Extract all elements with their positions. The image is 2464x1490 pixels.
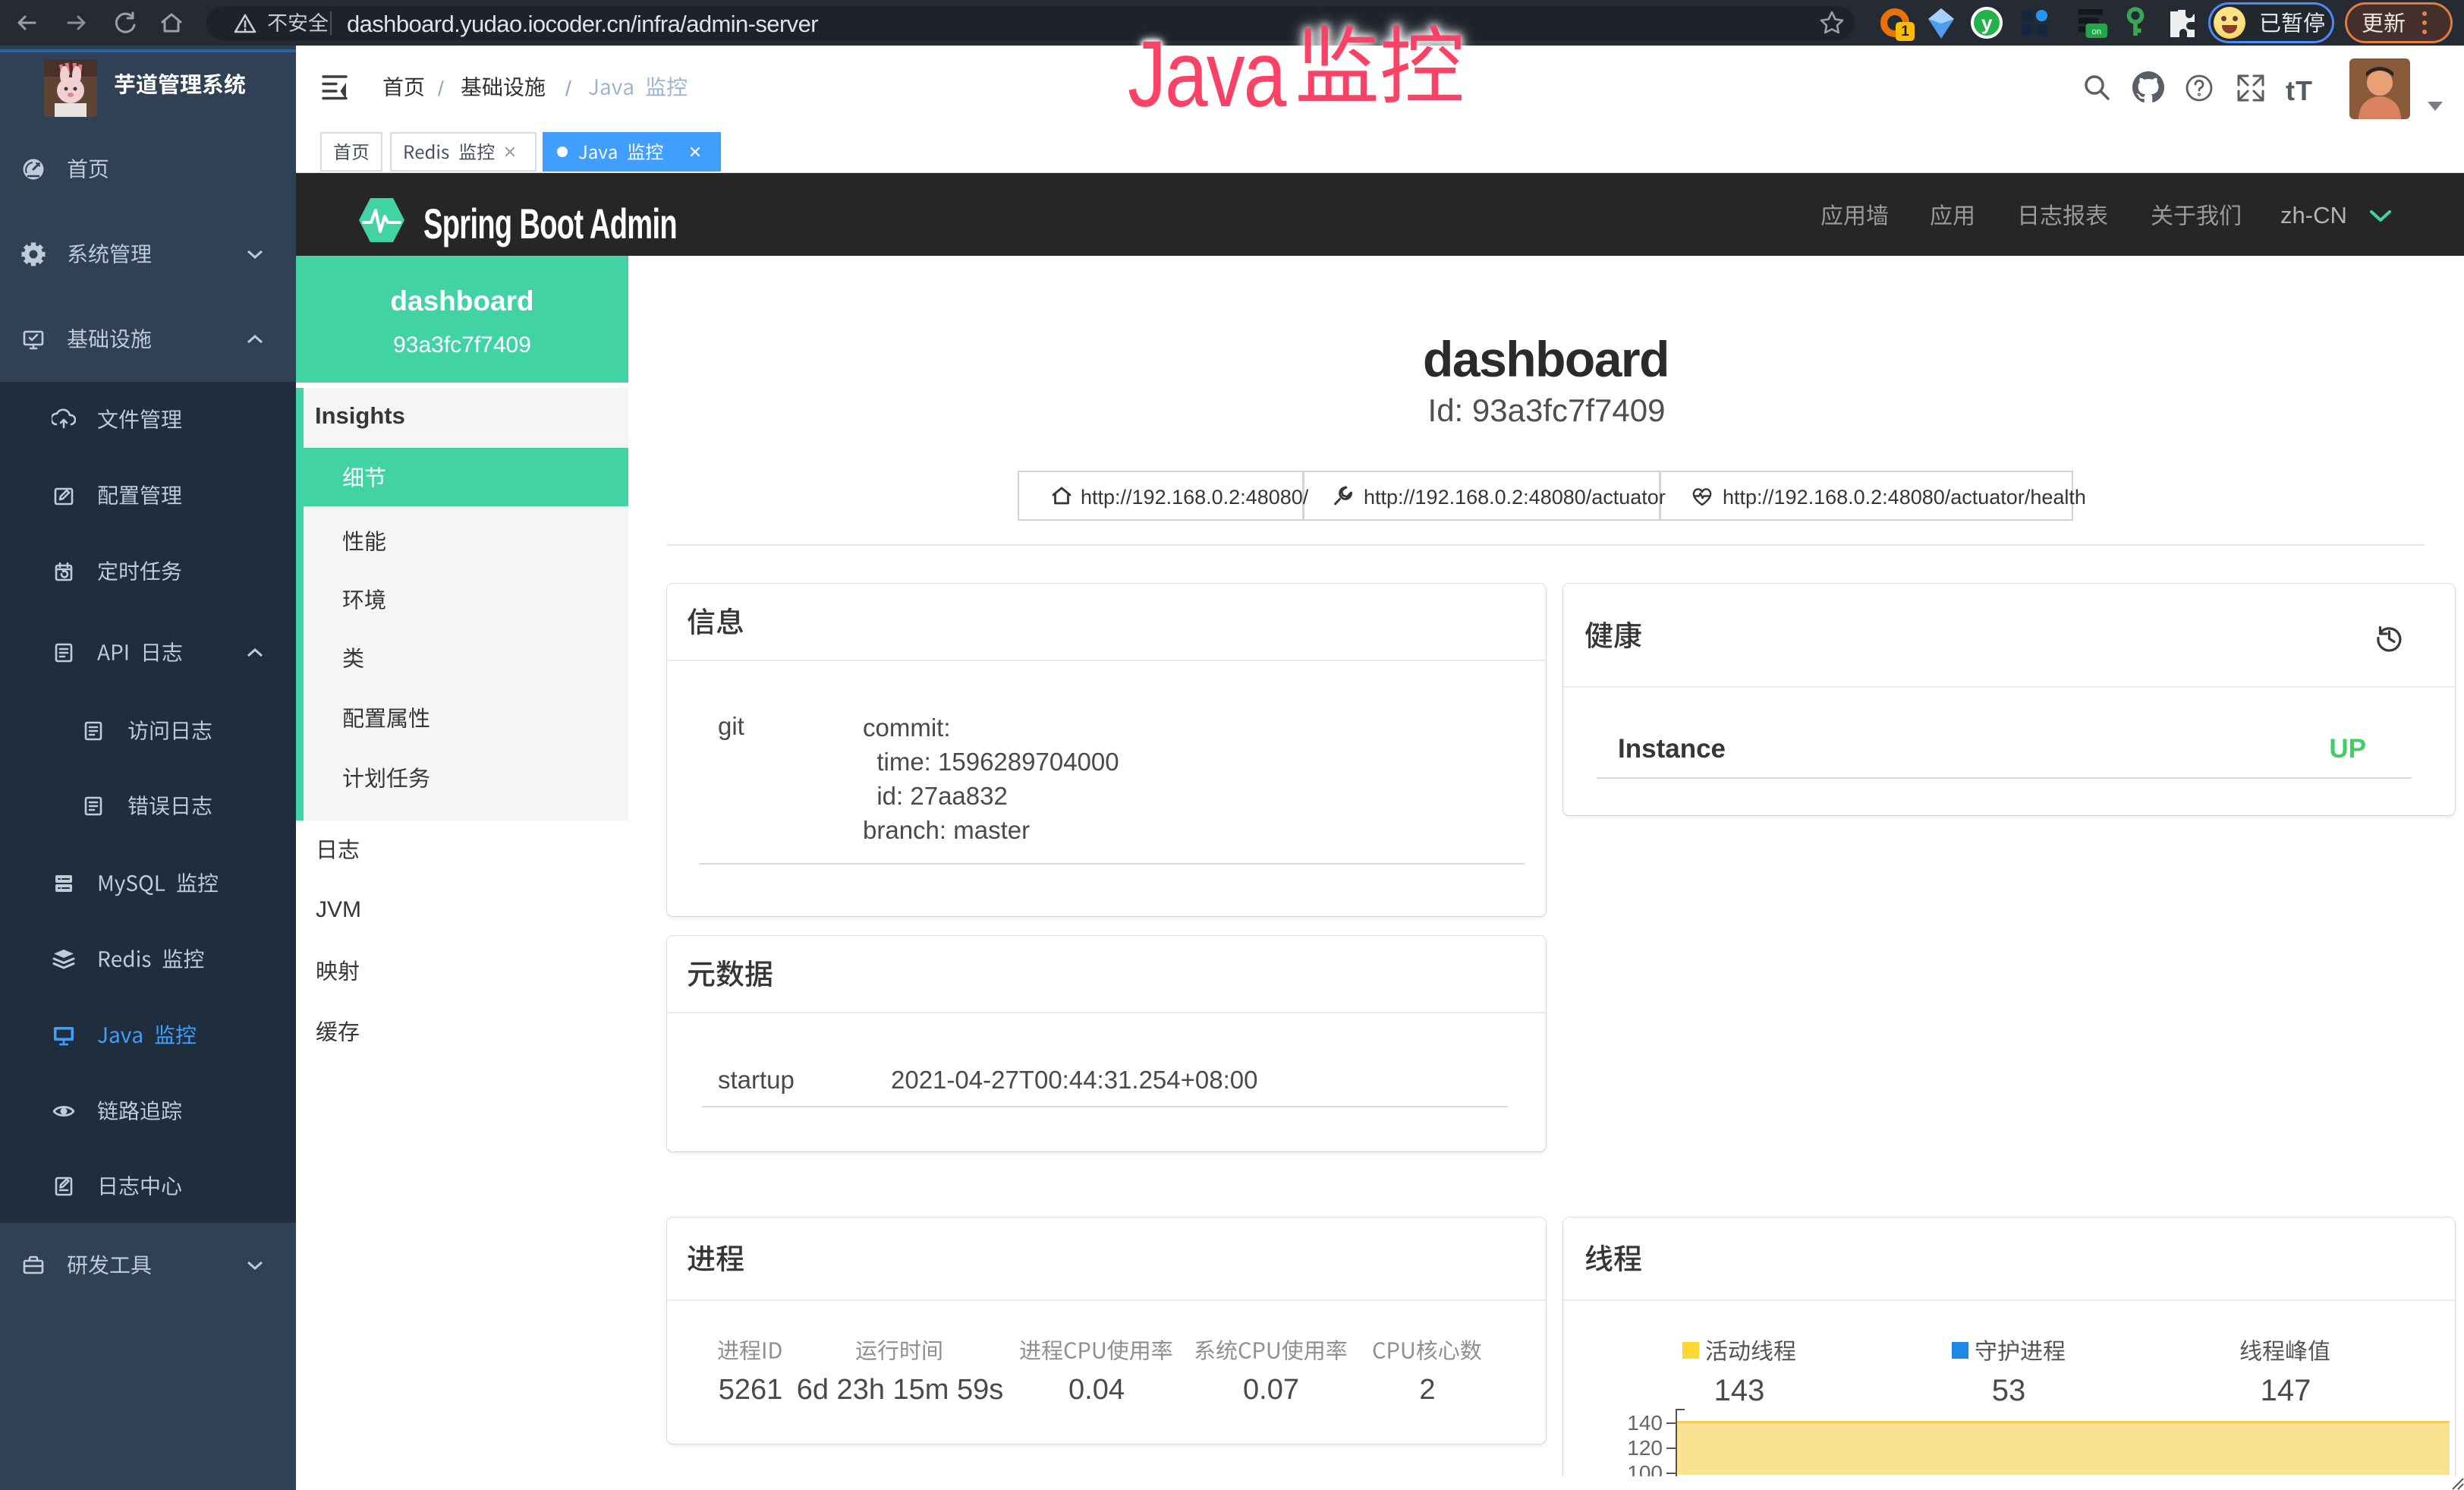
svg-text:on: on	[2091, 27, 2101, 36]
